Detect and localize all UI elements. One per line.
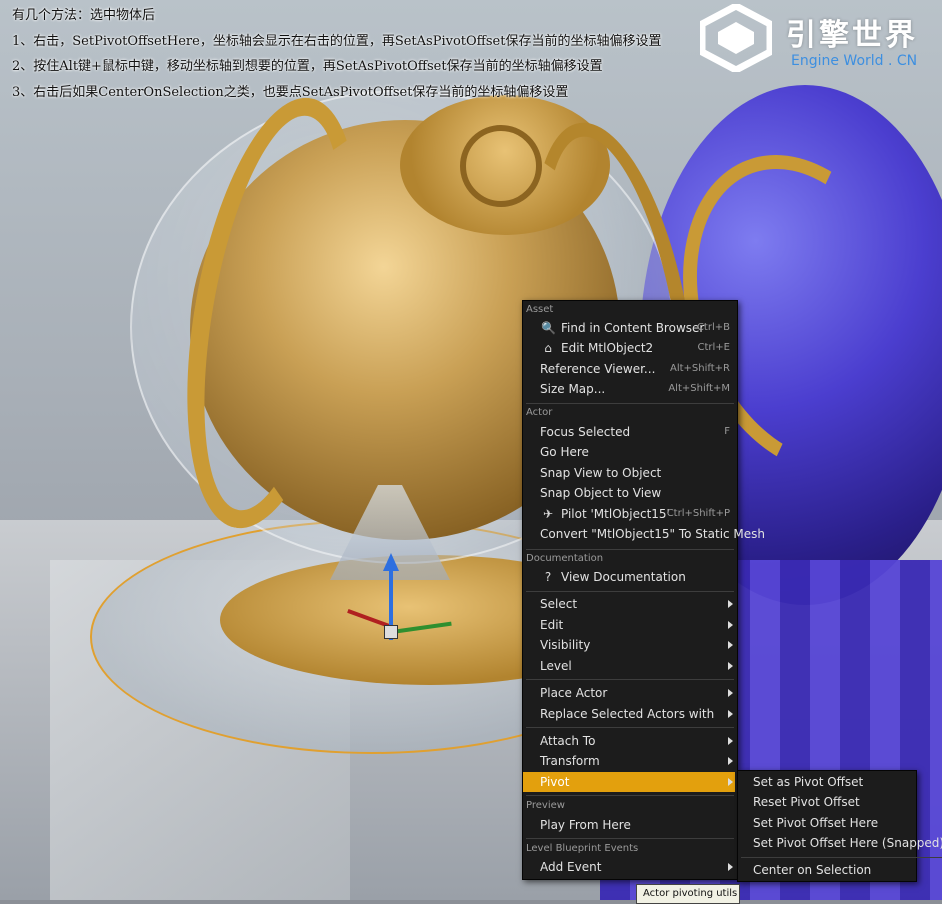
submenu-arrow-icon xyxy=(728,600,733,608)
menu-item-size-map[interactable]: Size Map... Alt+Shift+M xyxy=(523,379,735,399)
menu-item-attach-to[interactable]: Attach To xyxy=(523,731,735,751)
submenu-arrow-icon xyxy=(728,689,733,697)
logo-chinese-text: 引擎世界 xyxy=(786,18,918,53)
menu-item-snap-object-to-view[interactable]: Snap Object to View xyxy=(523,483,735,503)
engine-world-logo: 引擎世界 Engine World . CN xyxy=(700,4,940,76)
menu-separator xyxy=(526,727,734,728)
menu-separator xyxy=(526,403,734,404)
instruction-line-2: 2、按住Alt键+鼠标中键，移动坐标轴到想要的位置，再SetAsPivotOff… xyxy=(12,59,603,74)
submenu-item-set-as-pivot-offset[interactable]: Set as Pivot Offset xyxy=(738,772,914,792)
submenu-item-reset-pivot-offset[interactable]: Reset Pivot Offset xyxy=(738,792,914,812)
menu-separator xyxy=(526,591,734,592)
menu-item-pivot[interactable]: Pivot xyxy=(523,772,735,792)
menu-item-level[interactable]: Level xyxy=(523,656,735,676)
submenu-arrow-icon xyxy=(728,710,733,718)
menu-item-go-here[interactable]: Go Here xyxy=(523,442,735,462)
gizmo-z-arrow[interactable] xyxy=(383,553,399,571)
submenu-arrow-icon xyxy=(728,621,733,629)
pivot-tooltip: Actor pivoting utils xyxy=(636,884,740,904)
logo-glyph-icon xyxy=(700,4,772,72)
section-actor: Actor xyxy=(526,407,553,418)
menu-item-play-from-here[interactable]: Play From Here xyxy=(523,815,735,835)
menu-item-find-in-content-browser[interactable]: 🔍 Find in Content Browser Ctrl+B xyxy=(523,318,735,338)
menu-item-edit-object[interactable]: ⌂ Edit MtlObject2 Ctrl+E xyxy=(523,338,735,358)
menu-item-snap-view-to-object[interactable]: Snap View to Object xyxy=(523,463,735,483)
menu-item-pilot[interactable]: ✈ Pilot 'MtlObject15' Ctrl+Shift+P xyxy=(523,504,735,524)
menu-separator xyxy=(526,795,734,796)
logo-english-text: Engine World . CN xyxy=(791,53,918,69)
actor-context-menu: Asset 🔍 Find in Content Browser Ctrl+B ⌂… xyxy=(522,300,765,880)
unreal-logo-mark xyxy=(460,125,542,207)
submenu-arrow-icon xyxy=(728,778,733,786)
submenu-item-center-on-selection[interactable]: Center on Selection xyxy=(738,860,914,880)
gizmo-center[interactable] xyxy=(384,625,398,639)
submenu-item-set-pivot-offset-here-snapped[interactable]: Set Pivot Offset Here (Snapped) xyxy=(738,833,942,853)
edit-icon: ⌂ xyxy=(544,341,552,355)
submenu-arrow-icon xyxy=(728,757,733,765)
instruction-heading: 有几个方法：选中物体后 xyxy=(12,8,156,23)
menu-item-replace-selected-actors[interactable]: Replace Selected Actors with xyxy=(523,704,735,724)
menu-item-add-event[interactable]: Add Event xyxy=(523,857,735,877)
menu-item-transform[interactable]: Transform xyxy=(523,751,735,771)
instruction-line-1: 1、右击，SetPivotOffsetHere，坐标轴会显示在右击的位置，再Se… xyxy=(12,34,662,49)
submenu-arrow-icon xyxy=(728,737,733,745)
menu-item-reference-viewer[interactable]: Reference Viewer... Alt+Shift+R xyxy=(523,359,735,379)
help-icon: ? xyxy=(544,570,552,584)
section-level-blueprint-events: Level Blueprint Events xyxy=(526,843,639,854)
menu-item-view-documentation[interactable]: ? View Documentation xyxy=(523,567,735,587)
menu-item-edit[interactable]: Edit xyxy=(523,615,735,635)
menu-item-focus-selected[interactable]: Focus Selected F xyxy=(523,422,735,442)
menu-separator xyxy=(526,549,734,550)
section-documentation: Documentation xyxy=(526,553,604,564)
submenu-arrow-icon xyxy=(728,641,733,649)
submenu-arrow-icon xyxy=(728,863,733,871)
menu-separator xyxy=(526,679,734,680)
menu-separator xyxy=(741,857,942,858)
submenu-arrow-icon xyxy=(728,662,733,670)
menu-item-visibility[interactable]: Visibility xyxy=(523,635,735,655)
section-preview: Preview xyxy=(526,800,565,811)
level-viewport[interactable] xyxy=(0,0,942,900)
menu-item-convert-static-mesh[interactable]: Convert "MtlObject15" To Static Mesh xyxy=(523,524,765,544)
instruction-line-3: 3、右击后如果CenterOnSelection之类，也要点SetAsPivot… xyxy=(12,85,569,100)
airplane-icon: ✈ xyxy=(542,507,554,521)
menu-item-select[interactable]: Select xyxy=(523,594,735,614)
submenu-item-set-pivot-offset-here[interactable]: Set Pivot Offset Here xyxy=(738,813,914,833)
section-asset: Asset xyxy=(526,304,554,315)
pivot-submenu: Set as Pivot Offset Reset Pivot Offset S… xyxy=(737,770,942,882)
menu-item-place-actor[interactable]: Place Actor xyxy=(523,683,735,703)
search-icon: 🔍 xyxy=(541,321,556,335)
menu-separator xyxy=(526,838,734,839)
